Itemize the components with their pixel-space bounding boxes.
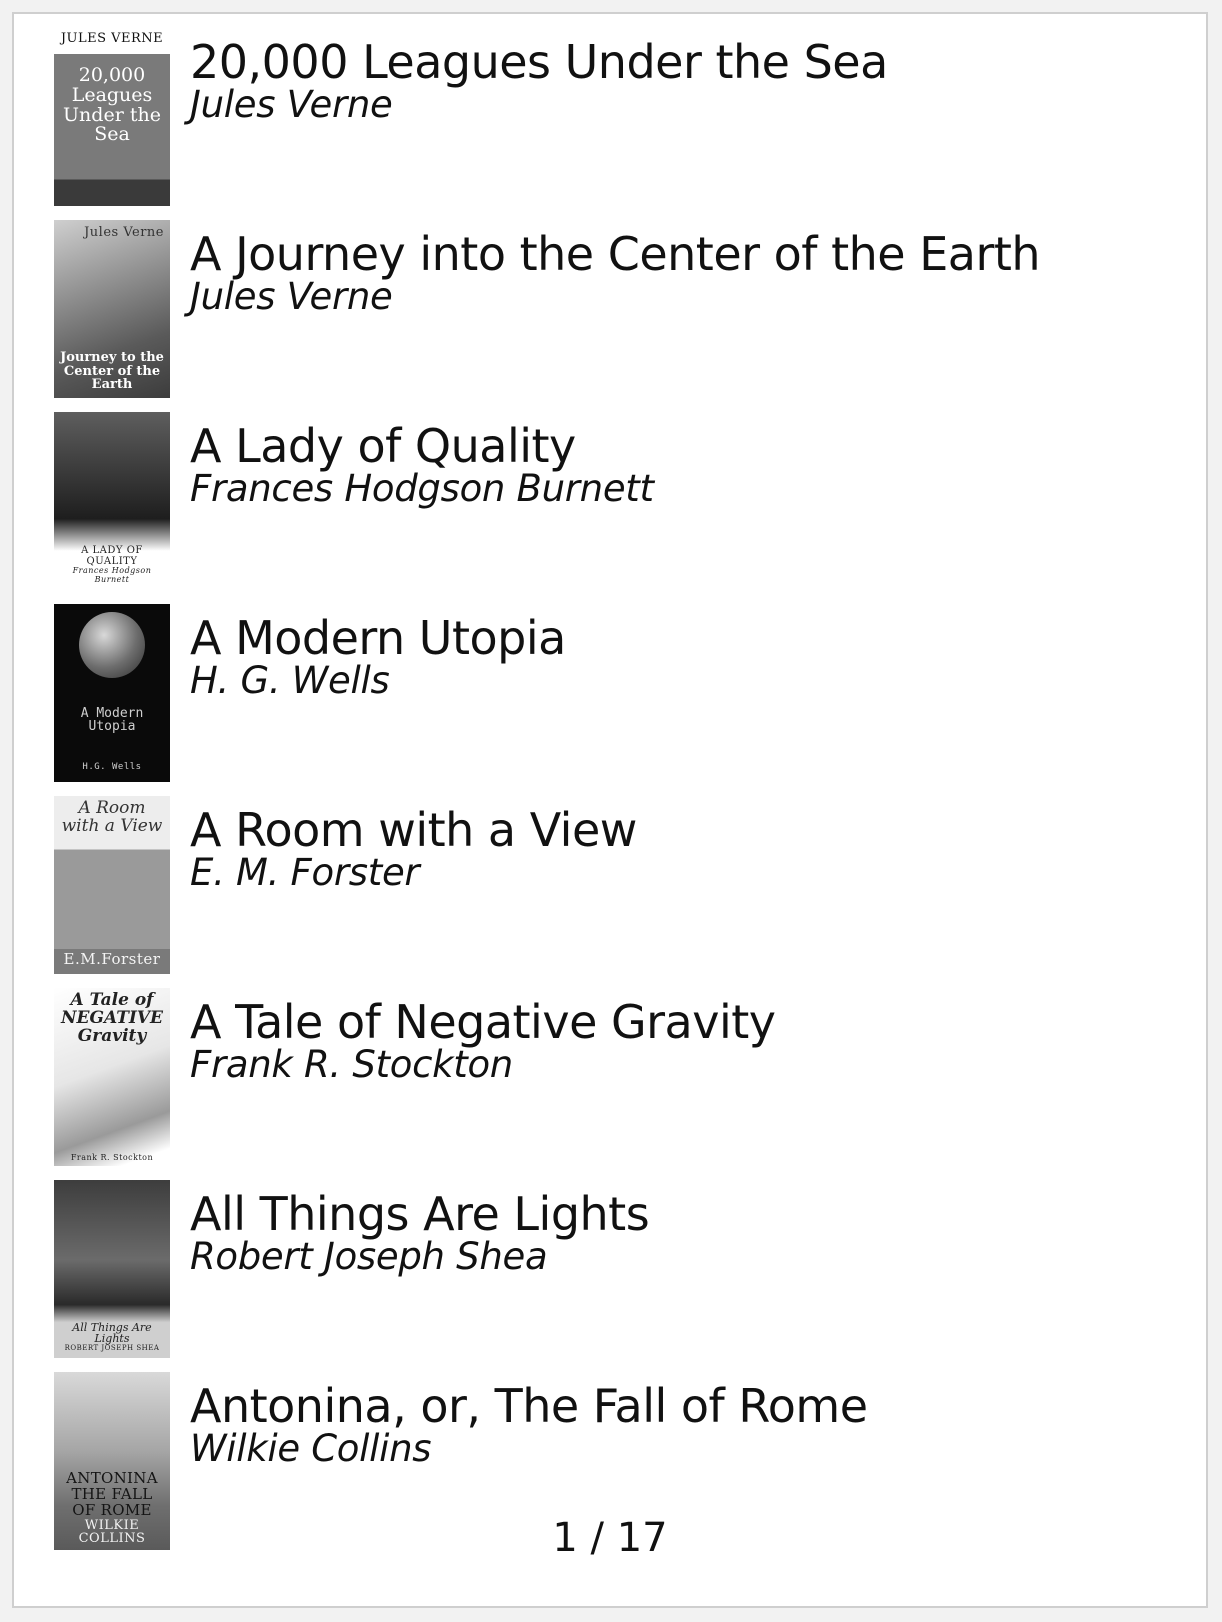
book-author: Jules Verne — [190, 83, 393, 126]
book-info: A Modern Utopia H. G. Wells — [190, 614, 566, 700]
book-cover: A Tale of NEGATIVE Gravity Frank R. Stoc… — [54, 988, 170, 1166]
cover-title: A Tale of NEGATIVE Gravity — [60, 990, 164, 1046]
book-title: Antonina, or, The Fall of Rome — [190, 1379, 868, 1433]
book-info: A Lady of Quality Frances Hodgson Burnet… — [190, 422, 654, 508]
book-info: A Room with a View E. M. Forster — [190, 806, 637, 892]
cover-author: H.G. Wells — [82, 761, 142, 772]
book-list-item[interactable]: Jules Verne Journey to the Center of the… — [54, 220, 1194, 412]
book-info: Antonina, or, The Fall of Rome Wilkie Co… — [190, 1382, 868, 1468]
cover-author: Frances Hodgson Burnett — [72, 566, 152, 584]
book-title: A Modern Utopia — [190, 611, 566, 665]
cover-title: 20,000 Leagues Under the Sea — [63, 63, 161, 146]
book-list-item[interactable]: A Tale of NEGATIVE Gravity Frank R. Stoc… — [54, 988, 1194, 1180]
cover-title: Journey to the Center of the Earth — [60, 350, 164, 393]
book-title: All Things Are Lights — [190, 1187, 650, 1241]
book-cover: A Modern Utopia H.G. Wells — [54, 604, 170, 782]
book-author: Frances Hodgson Burnett — [190, 467, 654, 510]
cover-author: Frank R. Stockton — [70, 1152, 154, 1162]
cover-author: JULES VERNE — [60, 31, 164, 46]
globe-illustration — [79, 612, 145, 678]
book-list-item[interactable]: A LADY OF QUALITY Frances Hodgson Burnet… — [54, 412, 1194, 604]
cover-title: A LADY OF QUALITY — [81, 545, 143, 567]
cover-author: Jules Verne — [84, 225, 164, 240]
book-list-item[interactable]: All Things Are Lights ROBERT JOSEPH SHEA… — [54, 1180, 1194, 1372]
book-title: A Room with a View — [190, 803, 637, 857]
book-list-item[interactable]: A Modern Utopia H.G. Wells A Modern Utop… — [54, 604, 1194, 796]
book-title: A Tale of Negative Gravity — [190, 995, 776, 1049]
book-info: A Journey into the Center of the Earth J… — [190, 227, 1041, 318]
book-author: E. M. Forster — [190, 851, 420, 894]
book-author: H. G. Wells — [190, 659, 390, 702]
cover-author: ROBERT JOSEPH SHEA — [64, 1343, 160, 1352]
cover-title: ANTONINA THE FALL OF ROME — [66, 1469, 158, 1519]
library-view: JULES VERNE 20,000 Leagues Under the Sea… — [12, 12, 1208, 1608]
book-cover: A LADY OF QUALITY Frances Hodgson Burnet… — [54, 412, 170, 590]
book-cover: A Room with a View E.M.Forster — [54, 796, 170, 974]
book-author: Frank R. Stockton — [190, 1043, 513, 1086]
book-author: Jules Verne — [190, 275, 393, 318]
page-indicator[interactable]: 1 / 17 — [14, 1516, 1206, 1560]
cover-title: All Things Are Lights — [72, 1320, 152, 1346]
book-title: A Journey into the Center of the Earth — [190, 227, 1041, 281]
book-title: A Lady of Quality — [190, 419, 576, 473]
book-cover: Jules Verne Journey to the Center of the… — [54, 220, 170, 398]
cover-title: A Room with a View — [61, 798, 163, 836]
cover-title: A Modern Utopia — [80, 705, 144, 735]
book-cover: JULES VERNE 20,000 Leagues Under the Sea — [54, 28, 170, 206]
book-list-item[interactable]: JULES VERNE 20,000 Leagues Under the Sea… — [54, 28, 1194, 220]
book-cover: All Things Are Lights ROBERT JOSEPH SHEA — [54, 1180, 170, 1358]
book-title: 20,000 Leagues Under the Sea — [190, 35, 888, 89]
book-author: Robert Joseph Shea — [190, 1235, 548, 1278]
cover-author: E.M.Forster — [63, 950, 161, 969]
book-list-item[interactable]: A Room with a View E.M.Forster A Room wi… — [54, 796, 1194, 988]
book-author: Wilkie Collins — [190, 1427, 432, 1470]
book-info: All Things Are Lights Robert Joseph Shea — [190, 1187, 650, 1278]
book-list: JULES VERNE 20,000 Leagues Under the Sea… — [54, 28, 1194, 1564]
book-info: A Tale of Negative Gravity Frank R. Stoc… — [190, 998, 776, 1084]
book-info: 20,000 Leagues Under the Sea Jules Verne — [190, 38, 888, 124]
